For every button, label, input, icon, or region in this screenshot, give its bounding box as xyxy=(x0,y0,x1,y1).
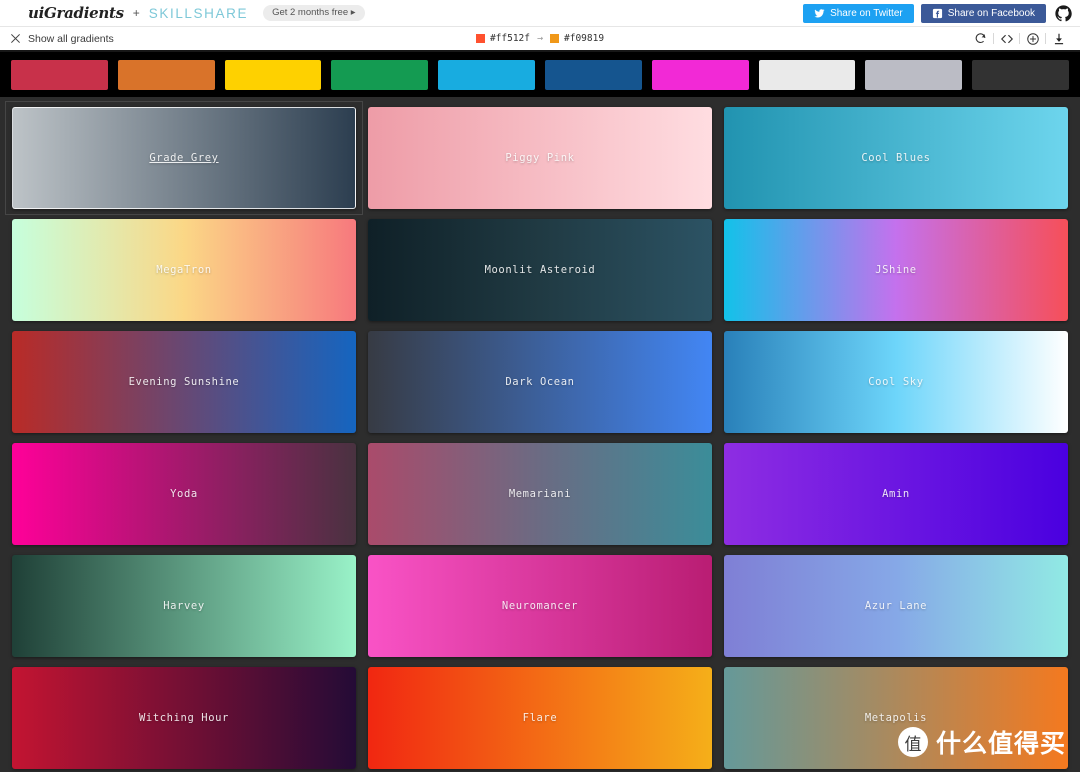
gradient-name-label: Flare xyxy=(522,712,558,724)
color-swatch-magenta[interactable] xyxy=(651,59,749,90)
gradient-name-label: Memariani xyxy=(508,488,572,500)
gradient-name-label: Evening Sunshine xyxy=(128,376,240,388)
color-filter-strip xyxy=(0,52,1080,97)
gradient-stop-start-hex: #ff512f xyxy=(489,33,530,44)
gradient-card[interactable]: Grade Grey xyxy=(12,107,356,209)
gradient-cell: Flare xyxy=(362,662,718,772)
gradient-cell: Harvey xyxy=(6,550,362,662)
gradient-stop-end[interactable]: #f09819 xyxy=(550,33,604,44)
color-swatch-red[interactable] xyxy=(11,59,108,90)
share-on-facebook-button[interactable]: Share on Facebook xyxy=(920,3,1046,23)
gradient-card[interactable]: JShine xyxy=(723,219,1068,321)
brand-area: uiGradients + SKILLSHARE Get 2 months fr… xyxy=(0,4,365,22)
gradient-cell: Cool Blues xyxy=(718,102,1074,214)
gradient-grid: Grade Grey Piggy Pink Cool Blues MegaTron Mo… xyxy=(0,97,1080,772)
gradient-cell: Yoda xyxy=(6,438,362,550)
gradient-cell: Evening Sunshine xyxy=(6,326,362,438)
gradient-cell: Cool Sky xyxy=(718,326,1074,438)
promo-pill-button[interactable]: Get 2 months free ▸ xyxy=(263,5,365,21)
share-on-twitter-button[interactable]: Share on Twitter xyxy=(803,3,914,23)
gradient-card[interactable]: Cool Sky xyxy=(723,331,1068,433)
gradient-card[interactable]: Cool Blues xyxy=(723,107,1068,209)
gradient-name-label: Neuromancer xyxy=(501,600,579,612)
gradient-direction-arrow: → xyxy=(536,33,544,44)
gradient-cell: Azur Lane xyxy=(718,550,1074,662)
gradient-name-label: Cool Sky xyxy=(868,376,924,388)
gradient-card[interactable]: Amin xyxy=(723,443,1068,545)
facebook-icon xyxy=(932,8,942,18)
twitter-icon xyxy=(814,8,825,17)
gradient-name-label: Dark Ocean xyxy=(505,376,575,388)
gradient-card[interactable]: Witching Hour xyxy=(12,667,356,769)
gradient-stop-end-hex: #f09819 xyxy=(564,33,605,44)
github-icon xyxy=(1054,4,1072,21)
color-swatch-blue[interactable] xyxy=(544,59,642,90)
partner-logo-skillshare[interactable]: SKILLSHARE xyxy=(149,6,248,21)
gradient-card[interactable]: Yoda xyxy=(12,443,356,545)
gradient-card[interactable]: Azur Lane xyxy=(723,555,1068,657)
color-swatch-cyan[interactable] xyxy=(438,59,535,90)
gradient-stop-start[interactable]: #ff512f xyxy=(475,33,530,44)
color-swatch-yellow[interactable] xyxy=(224,59,322,90)
gradient-cell: Neuromancer xyxy=(362,550,718,662)
gradient-name-label: Piggy Pink xyxy=(505,152,575,164)
color-chip-start xyxy=(475,34,485,43)
gradient-cell: Witching Hour xyxy=(6,662,362,772)
gradient-cell: Moonlit Asteroid xyxy=(362,214,718,326)
gradient-card[interactable]: Moonlit Asteroid xyxy=(367,219,712,321)
gradient-card[interactable]: Flare xyxy=(367,667,712,769)
share-facebook-label: Share on Facebook xyxy=(947,7,1035,19)
color-swatch-white[interactable] xyxy=(758,59,856,90)
gradient-cell: Grade Grey xyxy=(5,101,363,215)
gradient-card[interactable]: MegaTron xyxy=(12,219,356,321)
gradient-stops-display: #ff512f → #f09819 xyxy=(0,33,1080,44)
gradient-cell: Amin xyxy=(718,438,1074,550)
color-swatch-black[interactable] xyxy=(972,59,1069,90)
gradient-name-label: Yoda xyxy=(170,488,198,500)
gradient-name-label: Harvey xyxy=(163,600,205,612)
gradient-card[interactable]: Metapolis xyxy=(723,667,1068,769)
color-swatch-green[interactable] xyxy=(331,59,429,90)
gradient-card[interactable]: Dark Ocean xyxy=(367,331,712,433)
gradient-name-label: MegaTron xyxy=(156,264,212,276)
gradient-cell: MegaTron xyxy=(6,214,362,326)
gradient-cell: Memariani xyxy=(362,438,718,550)
gradient-cell: Metapolis xyxy=(718,662,1074,772)
gradient-card[interactable]: Evening Sunshine xyxy=(12,331,356,433)
page-root: uiGradients + SKILLSHARE Get 2 months fr… xyxy=(0,0,1080,772)
gradient-name-label: Azur Lane xyxy=(864,600,928,612)
gradient-card[interactable]: Memariani xyxy=(367,443,712,545)
share-twitter-label: Share on Twitter xyxy=(830,7,903,19)
gradient-name-label: Grade Grey xyxy=(149,152,219,164)
gradient-cell: JShine xyxy=(718,214,1074,326)
gradient-name-label: Moonlit Asteroid xyxy=(484,264,596,276)
gradient-name-label: JShine xyxy=(875,264,917,276)
gradient-name-label: Cool Blues xyxy=(861,152,931,164)
gradient-cell: Dark Ocean xyxy=(362,326,718,438)
gradient-name-label: Metapolis xyxy=(864,712,928,724)
color-chip-end xyxy=(550,34,560,43)
gradient-card[interactable]: Harvey xyxy=(12,555,356,657)
color-swatch-grey[interactable] xyxy=(865,59,963,90)
top-bar: uiGradients + SKILLSHARE Get 2 months fr… xyxy=(0,0,1080,27)
site-logo[interactable]: uiGradients xyxy=(28,4,124,22)
sub-bar: Show all gradients #ff512f → #f09819 xyxy=(0,27,1080,52)
gradient-name-label: Witching Hour xyxy=(139,712,229,724)
github-link[interactable] xyxy=(1046,4,1080,22)
gradient-name-label: Amin xyxy=(882,488,910,500)
color-swatch-orange[interactable] xyxy=(117,59,215,90)
gradient-card[interactable]: Piggy Pink xyxy=(367,107,712,209)
gradient-cell: Piggy Pink xyxy=(362,102,718,214)
gradient-card[interactable]: Neuromancer xyxy=(367,555,712,657)
top-bar-right: Share on Twitter Share on Facebook xyxy=(803,0,1080,26)
brand-plus-sign: + xyxy=(132,6,140,20)
